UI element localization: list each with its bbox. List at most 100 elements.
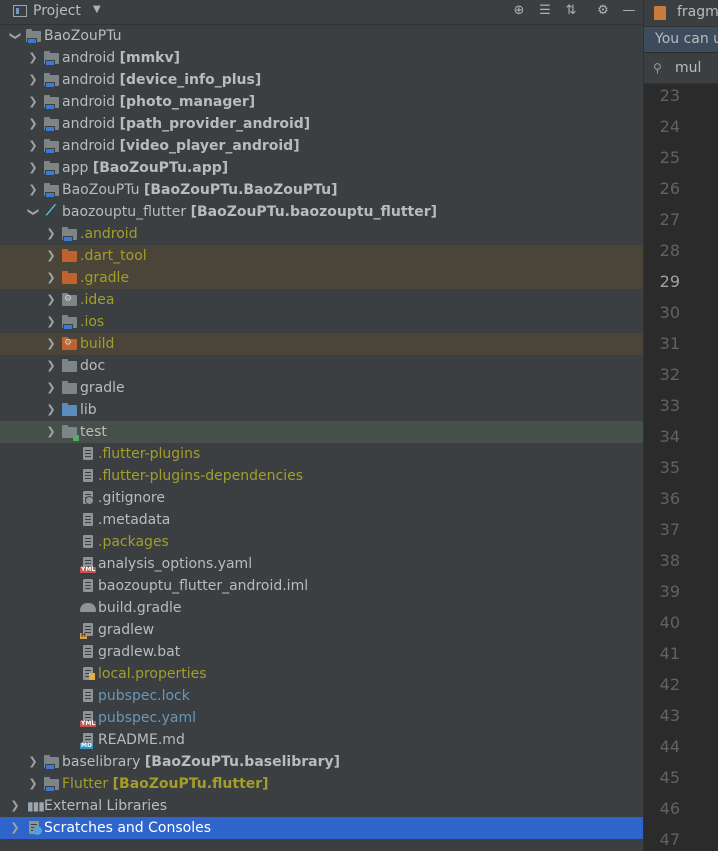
tree-node[interactable]: ❯ gradle <box>0 377 643 399</box>
tree-node[interactable]: ❯ Scratches and Consoles <box>0 817 643 839</box>
tree-node[interactable]: baozouptu_flutter_android.iml <box>0 575 643 597</box>
find-bar[interactable]: ⚲ mul <box>644 53 718 84</box>
tree-node[interactable]: YML pubspec.yaml <box>0 707 643 729</box>
tree-node-label: pubspec.lock <box>98 685 190 707</box>
collapsed-arrow-icon[interactable]: ❯ <box>44 267 58 289</box>
tree-node[interactable]: local.properties <box>0 663 643 685</box>
node-name: gradlew.bat <box>98 644 181 660</box>
node-name: build.gradle <box>98 600 182 616</box>
tree-node-label: baozouptu_flutter [BaoZouPTu.baozouptu_f… <box>62 201 437 223</box>
search-input[interactable]: mul <box>675 60 701 76</box>
gear-icon[interactable]: ⚙ <box>594 2 612 20</box>
node-name: android <box>62 116 120 132</box>
collapsed-arrow-icon[interactable]: ❯ <box>26 751 40 773</box>
search-icon[interactable]: ⚲ <box>653 61 662 75</box>
chevron-down-icon[interactable]: ▼ <box>93 4 101 15</box>
tree-node[interactable]: ❯ ⟋ baozouptu_flutter [BaoZouPTu.baozouptu… <box>0 201 643 223</box>
collapsed-arrow-icon[interactable]: ❯ <box>44 311 58 333</box>
collapsed-arrow-icon[interactable]: ❯ <box>26 135 40 157</box>
node-name: gradle <box>80 380 125 396</box>
tree-node[interactable]: ❯ .ios <box>0 311 643 333</box>
tree-node[interactable]: ❯ BaoZouPTu [BaoZouPTu.BaoZouPTu] <box>0 179 643 201</box>
collapsed-arrow-icon[interactable]: ❯ <box>44 399 58 421</box>
tree-node[interactable]: ❯ .android <box>0 223 643 245</box>
editor-tab[interactable]: fragm <box>644 0 718 27</box>
collapsed-arrow-icon[interactable]: ❯ <box>44 223 58 245</box>
tree-node-label: doc <box>80 355 105 377</box>
tree-node[interactable]: ❯ android [photo_manager] <box>0 91 643 113</box>
tree-node[interactable]: ❯ test <box>0 421 643 443</box>
module-name: [BaoZouPTu.BaoZouPTu] <box>143 182 338 198</box>
collapsed-arrow-icon[interactable]: ❯ <box>26 773 40 795</box>
tree-node[interactable]: ❯ android [path_provider_android] <box>0 113 643 135</box>
hide-panel-icon[interactable]: — <box>620 2 638 20</box>
collapsed-arrow-icon[interactable]: ❯ <box>44 245 58 267</box>
tree-node[interactable]: ❯ baselibrary [BaoZouPTu.baselibrary] <box>0 751 643 773</box>
tree-node[interactable]: ❯ android [video_player_android] <box>0 135 643 157</box>
line-number: 24 <box>659 117 680 136</box>
locate-file-icon[interactable]: ⊕ <box>510 2 528 20</box>
node-name: android <box>62 138 120 154</box>
tree-node[interactable]: ❯ ▮▮▮ External Libraries <box>0 795 643 817</box>
module-name: [device_info_plus] <box>119 72 262 88</box>
collapsed-arrow-icon[interactable]: ❯ <box>44 289 58 311</box>
folder-gray-mod-icon <box>62 227 78 242</box>
tree-node-label: External Libraries <box>44 795 167 817</box>
collapsed-arrow-icon[interactable]: ❯ <box>26 91 40 113</box>
tree-node[interactable]: ❯ .gradle <box>0 267 643 289</box>
tree-node[interactable]: build.gradle <box>0 597 643 619</box>
node-name: BaoZouPTu <box>44 28 122 44</box>
tree-node[interactable]: .gitignore <box>0 487 643 509</box>
collapsed-arrow-icon[interactable]: ❯ <box>44 355 58 377</box>
tree-node[interactable]: ❯ Flutter [BaoZouPTu.flutter] <box>0 773 643 795</box>
yaml-file-icon: YML <box>80 711 97 727</box>
collapse-all-icon[interactable]: ⇅ <box>562 2 580 20</box>
collapsed-arrow-icon[interactable]: ❯ <box>44 333 58 355</box>
line-number: 26 <box>659 179 680 198</box>
tree-node[interactable]: ❯ doc <box>0 355 643 377</box>
text-file-icon <box>80 447 96 461</box>
tree-node[interactable]: pubspec.lock <box>0 685 643 707</box>
collapsed-arrow-icon[interactable]: ❯ <box>8 795 22 817</box>
expanded-arrow-icon[interactable]: ❯ <box>4 29 26 43</box>
collapsed-arrow-icon[interactable]: ❯ <box>44 421 58 443</box>
node-name: android <box>62 94 120 110</box>
collapsed-arrow-icon[interactable]: ❯ <box>26 47 40 69</box>
tree-node[interactable]: .flutter-plugins-dependencies <box>0 465 643 487</box>
tree-node[interactable]: ❯ android [device_info_plus] <box>0 69 643 91</box>
editor-notification-banner: You can u <box>644 27 718 52</box>
collapsed-arrow-icon[interactable]: ❯ <box>8 817 22 839</box>
tree-node[interactable]: MD README.md <box>0 729 643 751</box>
expanded-arrow-icon[interactable]: ❯ <box>22 205 44 219</box>
node-name: .packages <box>98 534 169 550</box>
collapsed-arrow-icon[interactable]: ❯ <box>26 69 40 91</box>
tree-node-label: analysis_options.yaml <box>98 553 252 575</box>
node-name: pubspec.lock <box>98 688 190 704</box>
collapsed-arrow-icon[interactable]: ❯ <box>26 113 40 135</box>
tree-node[interactable]: ❯ .dart_tool <box>0 245 643 267</box>
tree-node[interactable]: gradlew.bat <box>0 641 643 663</box>
tree-node[interactable]: .metadata <box>0 509 643 531</box>
folder-gray-mod-icon <box>44 117 60 132</box>
tree-node-label: .flutter-plugins-dependencies <box>98 465 303 487</box>
tree-node[interactable]: .flutter-plugins <box>0 443 643 465</box>
collapsed-arrow-icon[interactable]: ❯ <box>26 179 40 201</box>
line-number: 32 <box>659 365 680 384</box>
collapsed-arrow-icon[interactable]: ❯ <box>26 157 40 179</box>
tree-node[interactable]: Hgradlew <box>0 619 643 641</box>
tree-node[interactable]: YML analysis_options.yaml <box>0 553 643 575</box>
tree-node[interactable]: ❯ ⚙ build <box>0 333 643 355</box>
scratches-icon <box>26 821 42 835</box>
folder-gray-mod-icon <box>44 73 60 88</box>
expand-all-icon[interactable]: ☰ <box>536 2 554 20</box>
collapsed-arrow-icon[interactable]: ❯ <box>44 377 58 399</box>
tree-node[interactable]: .packages <box>0 531 643 553</box>
line-number: 35 <box>659 458 680 477</box>
tree-node[interactable]: ❯ app [BaoZouPTu.app] <box>0 157 643 179</box>
project-view-selector[interactable]: Project <box>33 3 81 19</box>
tree-node[interactable]: ❯ BaoZouPTu <box>0 25 643 47</box>
tree-node[interactable]: ❯ android [mmkv] <box>0 47 643 69</box>
node-name: .flutter-plugins-dependencies <box>98 468 304 484</box>
tree-node[interactable]: ❯ ⚙ .idea <box>0 289 643 311</box>
tree-node[interactable]: ❯ lib <box>0 399 643 421</box>
